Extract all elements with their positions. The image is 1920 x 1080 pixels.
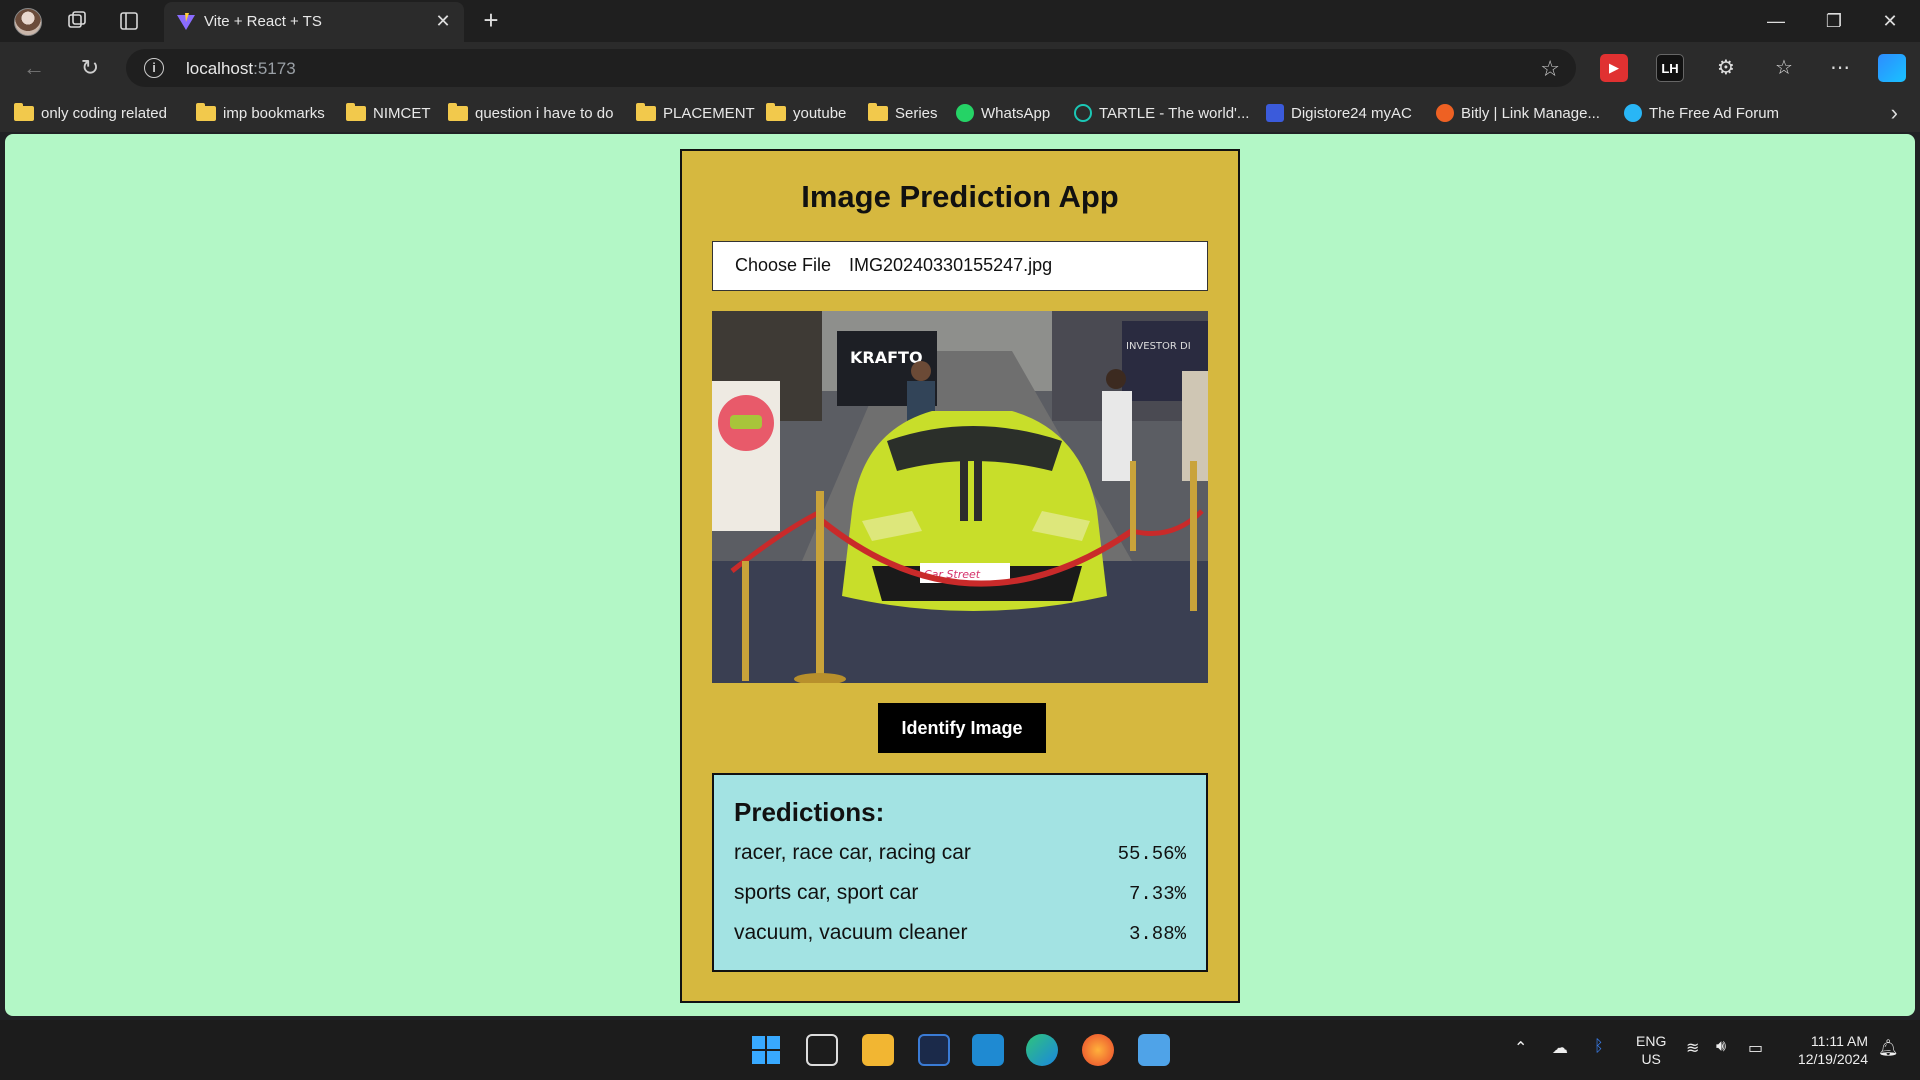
region-code: US: [1641, 1051, 1661, 1067]
vite-favicon-icon: [177, 13, 195, 30]
close-window-icon[interactable]: ✕: [1872, 8, 1908, 34]
bookmark-item[interactable]: Digistore24 myAC: [1266, 102, 1412, 124]
back-icon[interactable]: ←: [20, 54, 48, 82]
bookmark-item[interactable]: NIMCET: [346, 102, 431, 124]
folder-icon: [868, 102, 888, 121]
bookmark-item[interactable]: imp bookmarks: [196, 102, 325, 124]
vscode-icon[interactable]: [972, 1034, 1004, 1066]
folder-icon: [346, 102, 366, 121]
bookmark-item[interactable]: PLACEMENT: [636, 102, 755, 124]
onedrive-icon[interactable]: ☁: [1552, 1038, 1568, 1058]
workspaces-icon[interactable]: [66, 10, 88, 32]
prediction-label: racer, race car, racing car: [734, 841, 971, 864]
choose-file-button[interactable]: Choose File: [735, 255, 831, 276]
extensions-puzzle-icon[interactable]: ⚙: [1712, 54, 1740, 82]
file-explorer-icon[interactable]: [862, 1034, 894, 1066]
folder-icon: [448, 102, 468, 121]
identify-image-button[interactable]: Identify Image: [878, 703, 1046, 753]
language-indicator[interactable]: ENG US: [1636, 1032, 1666, 1068]
bluetooth-icon[interactable]: ᛒ: [1594, 1038, 1604, 1056]
bookmark-item[interactable]: The Free Ad Forum: [1624, 102, 1779, 124]
folder-icon: [14, 102, 34, 121]
bookmark-item[interactable]: question i have to do: [448, 102, 613, 124]
clock-date: 12/19/2024: [1797, 1051, 1868, 1067]
vertical-tabs-icon[interactable]: [118, 10, 140, 32]
digistore-icon: [1266, 104, 1284, 122]
prediction-card: Image Prediction App Choose File IMG2024…: [680, 149, 1240, 1003]
investor-sign-text: INVESTOR DI: [1126, 341, 1191, 352]
prediction-confidence: 55.56%: [1117, 843, 1186, 865]
show-hidden-icons-chevron-icon[interactable]: ⌃: [1514, 1038, 1527, 1058]
prediction-confidence: 7.33%: [1128, 883, 1186, 905]
bookmark-item[interactable]: only coding related: [14, 102, 167, 124]
address-bar[interactable]: i localhost:5173 ☆: [126, 49, 1576, 87]
notification-bell-icon[interactable]: 🔔︎: [1878, 1038, 1898, 1058]
widgets-icon[interactable]: [806, 1034, 838, 1066]
bookmark-item[interactable]: TARTLE - The world'...: [1074, 102, 1249, 124]
start-windows-icon[interactable]: [750, 1034, 782, 1066]
minimize-icon[interactable]: —: [1758, 8, 1794, 34]
folder-icon: [196, 102, 216, 121]
restore-icon[interactable]: ❐: [1816, 8, 1852, 34]
bookmark-item[interactable]: WhatsApp: [956, 102, 1050, 124]
tab-vite-react[interactable]: Vite + React + TS ✕: [164, 2, 464, 42]
prediction-label: sports car, sport car: [734, 881, 919, 904]
volume-icon[interactable]: 🔊︎: [1716, 1038, 1726, 1056]
url-text: localhost:5173: [186, 59, 296, 78]
language-code: ENG: [1636, 1033, 1667, 1049]
copilot-icon[interactable]: [1878, 54, 1906, 82]
whatsapp-icon: [956, 104, 974, 122]
page-title: Image Prediction App: [801, 179, 1119, 214]
page-viewport: Image Prediction App Choose File IMG2024…: [5, 134, 1915, 1016]
bookmarks-bar: only coding related imp bookmarks NIMCET…: [0, 94, 1920, 132]
browser-toolbar: ← ↻ i localhost:5173 ☆ ▶ LH ⚙ ☆ ⋯: [0, 42, 1920, 94]
predictions-panel: Predictions: racer, race car, racing car…: [712, 773, 1208, 972]
folder-icon: [636, 102, 656, 121]
battery-icon[interactable]: ▭: [1748, 1038, 1763, 1058]
clock-time: 11:11 AM: [1810, 1033, 1868, 1049]
file-name-text: IMG20240330155247.jpg: [849, 255, 1053, 275]
forum-icon: [1624, 104, 1642, 122]
prediction-label: vacuum, vacuum cleaner: [734, 921, 968, 944]
wifi-icon[interactable]: ≋: [1686, 1038, 1699, 1058]
bookmarks-overflow-chevron-icon[interactable]: ›: [1891, 100, 1898, 126]
notepad-icon[interactable]: [1138, 1034, 1170, 1066]
clock[interactable]: 11:11 AM 12/19/2024: [1788, 1032, 1868, 1068]
reload-icon[interactable]: ↻: [76, 54, 104, 82]
file-input[interactable]: Choose File IMG20240330155247.jpg: [712, 241, 1208, 291]
tab-close-icon[interactable]: ✕: [432, 10, 454, 32]
profile-avatar[interactable]: [14, 8, 42, 36]
extension-red-icon[interactable]: ▶: [1600, 54, 1628, 82]
firefox-icon[interactable]: [1082, 1034, 1114, 1066]
bookmark-item[interactable]: youtube: [766, 102, 846, 124]
edge-browser-icon[interactable]: [1026, 1034, 1058, 1066]
bookmark-item[interactable]: Series: [868, 102, 938, 124]
prediction-confidence: 3.88%: [1128, 923, 1186, 945]
windows-taskbar: [0, 1020, 1920, 1080]
prediction-row: racer, race car, racing car 55.56%: [734, 841, 1186, 869]
prediction-row: sports car, sport car 7.33%: [734, 881, 1186, 909]
more-menu-icon[interactable]: ⋯: [1826, 54, 1854, 82]
tab-title: Vite + React + TS: [204, 13, 322, 30]
new-tab-icon[interactable]: +: [478, 7, 504, 34]
tartle-icon: [1074, 104, 1092, 122]
predictions-title: Predictions:: [734, 797, 885, 827]
favorites-icon[interactable]: ☆: [1770, 54, 1798, 82]
bookmark-item[interactable]: Bitly | Link Manage...: [1436, 102, 1600, 124]
krafto-sign-text: KRAFTO: [850, 348, 923, 367]
site-info-icon[interactable]: i: [144, 58, 164, 78]
browser-title-bar: Vite + React + TS ✕ + — ❐ ✕: [0, 0, 1920, 42]
security-app-icon[interactable]: [918, 1034, 950, 1066]
prediction-row: vacuum, vacuum cleaner 3.88%: [734, 921, 1186, 949]
bitly-icon: [1436, 104, 1454, 122]
uploaded-image-preview: KRAFTO INVESTOR DI Car Street: [712, 311, 1208, 683]
extension-lh-icon[interactable]: LH: [1656, 54, 1684, 82]
folder-icon: [766, 102, 786, 121]
favorite-star-icon[interactable]: ☆: [1540, 56, 1560, 82]
